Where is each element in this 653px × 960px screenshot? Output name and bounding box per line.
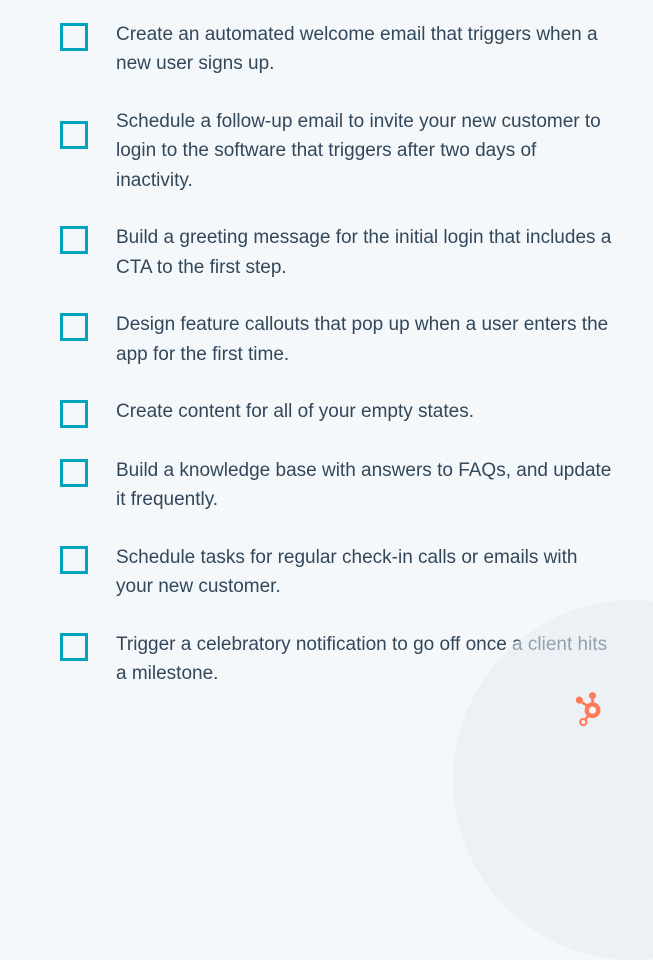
checkbox[interactable] bbox=[60, 313, 88, 341]
checklist-item: Build a greeting message for the initial… bbox=[60, 223, 613, 282]
hubspot-sprocket-icon bbox=[567, 686, 611, 730]
checkbox[interactable] bbox=[60, 459, 88, 487]
checklist-item: Create an automated welcome email that t… bbox=[60, 20, 613, 79]
checkbox[interactable] bbox=[60, 23, 88, 51]
checklist-item-text: Schedule a follow-up email to invite you… bbox=[116, 107, 613, 195]
checkbox[interactable] bbox=[60, 546, 88, 574]
checklist-item-text: Design feature callouts that pop up when… bbox=[116, 310, 613, 369]
checklist-item: Schedule a follow-up email to invite you… bbox=[60, 107, 613, 195]
checkbox[interactable] bbox=[60, 121, 88, 149]
checkbox[interactable] bbox=[60, 226, 88, 254]
checklist-item: Schedule tasks for regular check-in call… bbox=[60, 543, 613, 602]
checklist-item-text: Schedule tasks for regular check-in call… bbox=[116, 543, 613, 602]
checklist-item-text: Build a greeting message for the initial… bbox=[116, 223, 613, 282]
checkbox[interactable] bbox=[60, 400, 88, 428]
checklist-item-text: Build a knowledge base with answers to F… bbox=[116, 456, 613, 515]
checklist-item-text: Create an automated welcome email that t… bbox=[116, 20, 613, 79]
checkbox[interactable] bbox=[60, 633, 88, 661]
checklist-item: Build a knowledge base with answers to F… bbox=[60, 456, 613, 515]
checklist-item-text: Create content for all of your empty sta… bbox=[116, 397, 474, 426]
checklist-item: Design feature callouts that pop up when… bbox=[60, 310, 613, 369]
checklist-item: Create content for all of your empty sta… bbox=[60, 397, 613, 428]
